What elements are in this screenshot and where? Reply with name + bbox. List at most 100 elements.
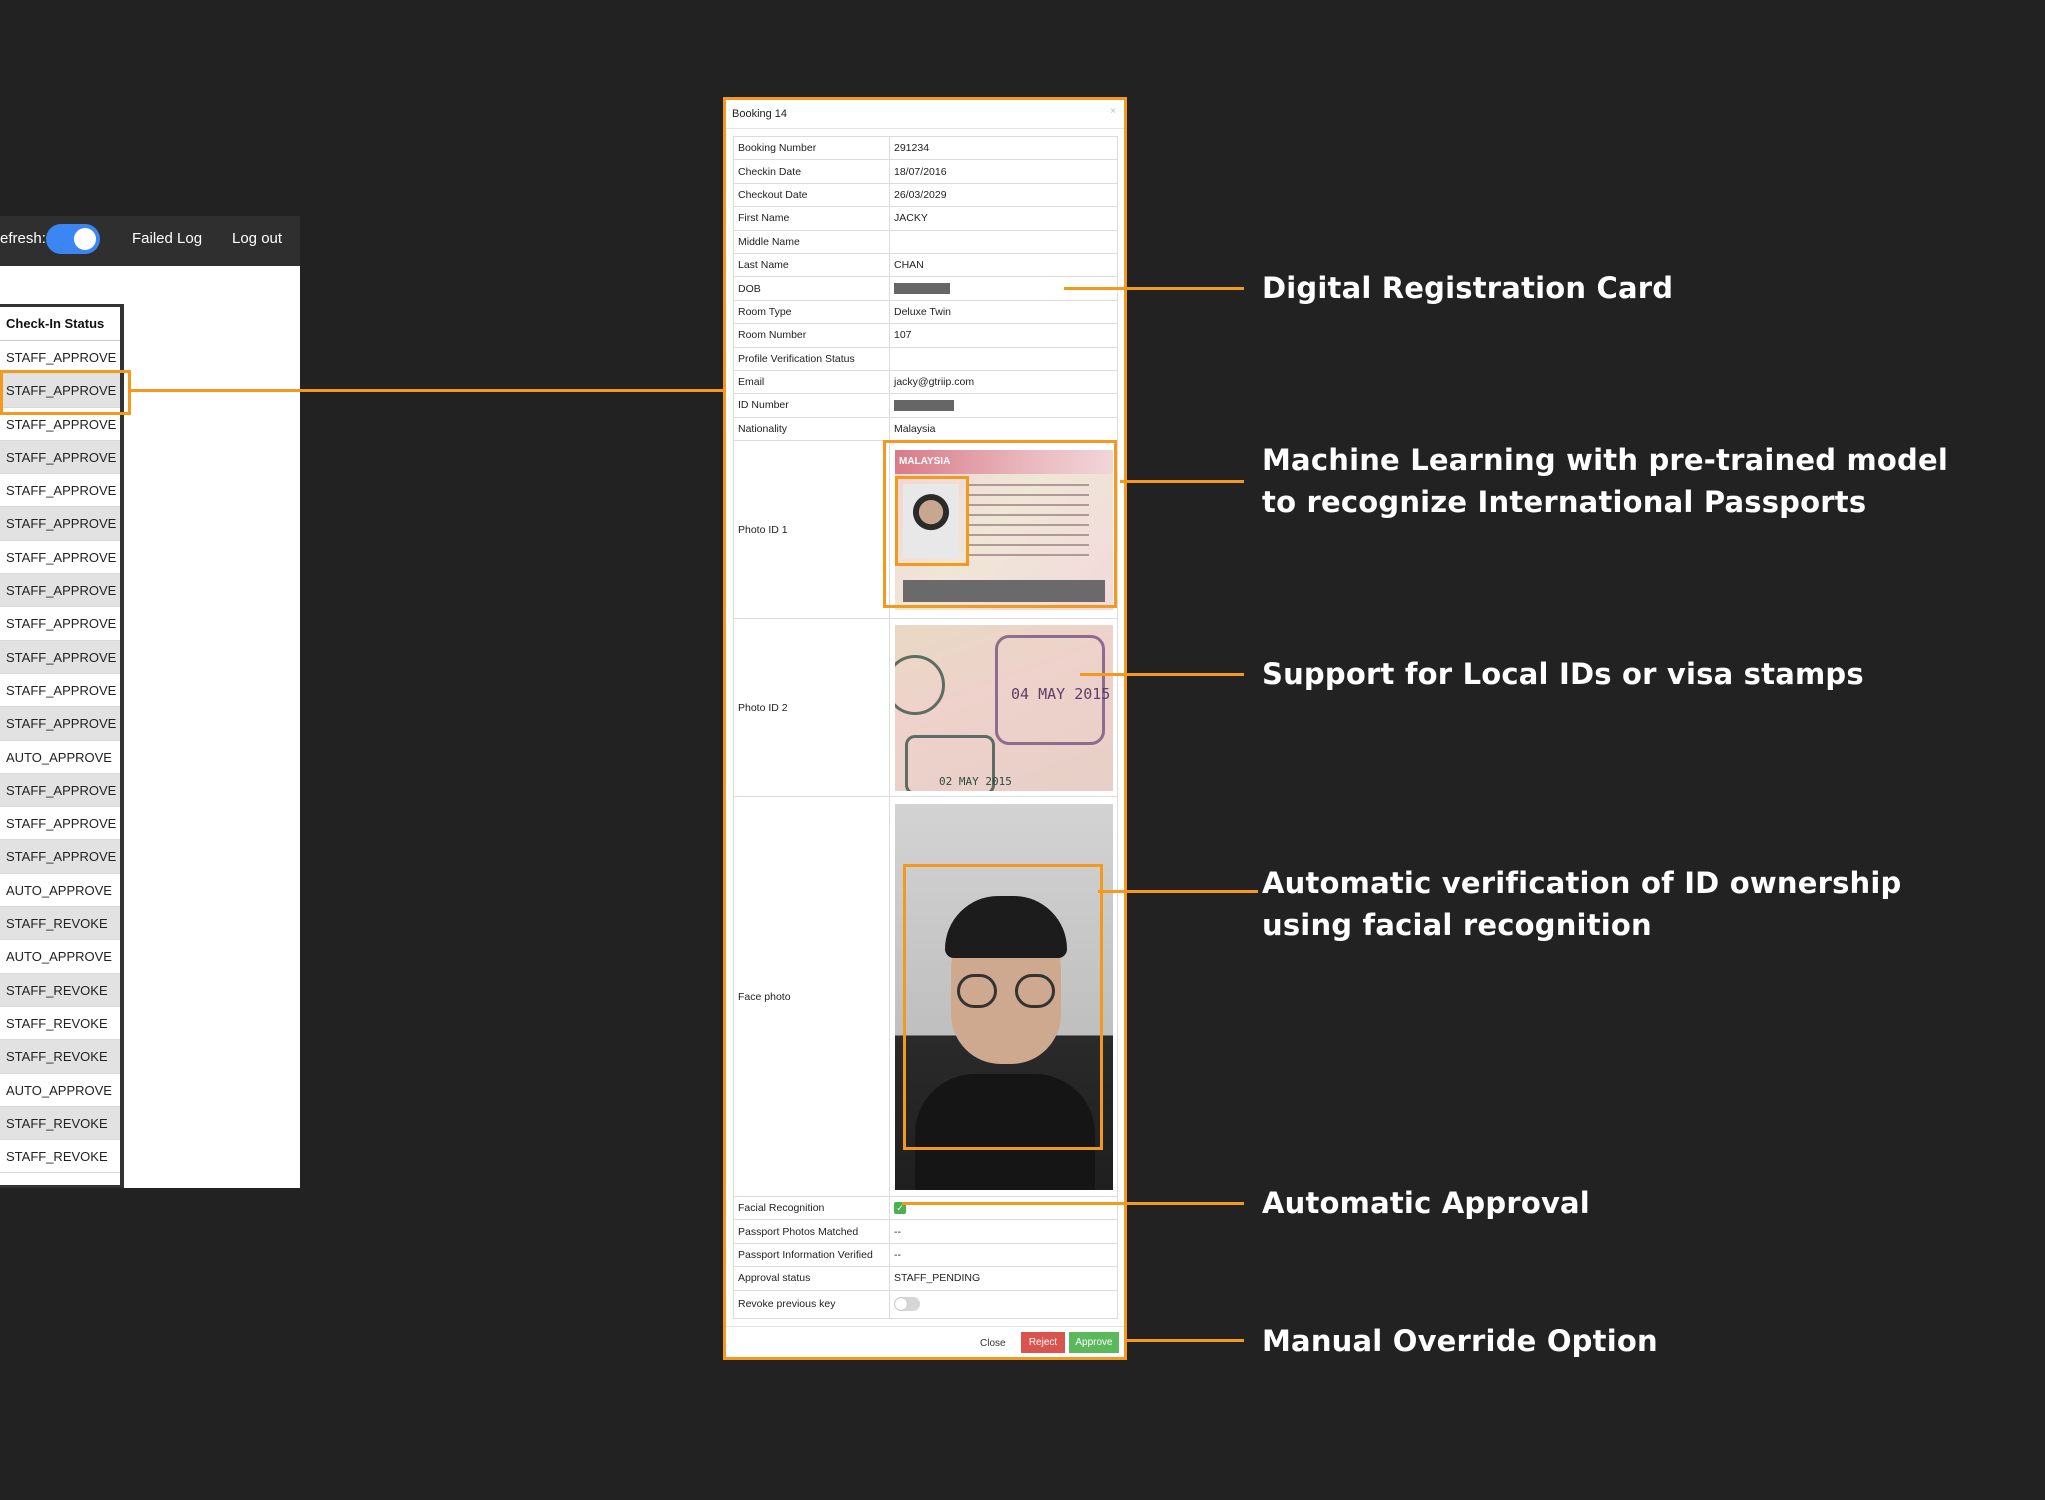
facial-recognition-value: ✓ — [889, 1196, 1118, 1221]
annotation-automatic-approval: Automatic Approval — [1262, 1186, 1590, 1220]
email-value: jacky@gtriip.com — [889, 369, 1118, 395]
list-item[interactable]: STAFF_REVOKE — [0, 1006, 120, 1041]
face-photo[interactable] — [895, 803, 1113, 1190]
room-type-value: Deluxe Twin — [889, 299, 1118, 325]
stamp-date: 04 MAY 2015 — [1011, 684, 1111, 703]
auto-refresh-label: efresh: — [0, 230, 46, 247]
connector-machine-learning — [1120, 480, 1244, 483]
connector-facial-verification — [1098, 890, 1258, 893]
field-label: Email — [733, 369, 890, 395]
first-name-value: JACKY — [889, 206, 1118, 231]
field-label: Room Type — [733, 299, 890, 325]
list-item[interactable]: STAFF_APPROVE — [0, 707, 120, 741]
list-item[interactable]: STAFF_APPROVE — [0, 474, 120, 508]
checkout-date-value: 26/03/2029 — [889, 182, 1118, 208]
selected-row-highlight — [0, 370, 131, 415]
passport-information-verified-value: -- — [889, 1242, 1118, 1268]
field-label: ID Number — [733, 393, 890, 418]
photo-id-2-cell: 04 MAY 2015 02 MAY 2015 — [889, 618, 1118, 798]
revoke-previous-key-toggle[interactable] — [894, 1297, 920, 1312]
face-photo-cell — [889, 796, 1118, 1198]
visa-stamps-photo[interactable]: 04 MAY 2015 02 MAY 2015 — [895, 624, 1113, 791]
list-item[interactable]: STAFF_REVOKE — [0, 907, 120, 941]
annotation-local-ids: Support for Local IDs or visa stamps — [1262, 657, 1864, 691]
list-item[interactable]: AUTO_APPROVE — [0, 873, 120, 908]
checkin-status-column: Check-In Status STAFF_APPROVE STAFF_APPRO… — [0, 304, 124, 1188]
annotation-facial-verification-line1: Automatic verification of ID ownership — [1262, 866, 1902, 900]
last-name-value: CHAN — [889, 252, 1118, 278]
list-item[interactable]: STAFF_APPROVE — [0, 607, 120, 641]
list-item[interactable]: STAFF_APPROVE — [0, 507, 120, 541]
checkin-date-value: 18/07/2016 — [889, 159, 1118, 184]
list-item[interactable]: STAFF_APPROVE — [0, 673, 120, 708]
list-item[interactable]: STAFF_REVOKE — [0, 1140, 120, 1174]
connector-local-ids — [1080, 673, 1244, 676]
row-photo-id-2: Photo ID 2 04 MAY 2015 02 MAY 2015 — [733, 618, 1118, 798]
row-dob: DOB — [733, 276, 1118, 301]
row-first-name: First Name JACKY — [733, 206, 1118, 231]
list-item[interactable]: STAFF_REVOKE — [0, 1106, 120, 1141]
field-label: Passport Information Verified — [733, 1242, 890, 1268]
list-item[interactable]: AUTO_APPROVE — [0, 940, 120, 974]
field-label: First Name — [733, 206, 890, 231]
list-item[interactable]: STAFF_APPROVE — [0, 574, 120, 608]
row-profile-verification-status: Profile Verification Status — [733, 346, 1118, 371]
row-checkout-date: Checkout Date 26/03/2029 — [733, 182, 1118, 208]
list-item[interactable]: STAFF_APPROVE — [0, 807, 120, 841]
list-item[interactable]: STAFF_APPROVE — [0, 773, 120, 808]
field-label: Checkin Date — [733, 159, 890, 184]
row-room-type: Room Type Deluxe Twin — [733, 299, 1118, 325]
failed-log-link[interactable]: Failed Log — [132, 230, 202, 247]
passport-detection-box — [883, 440, 1117, 608]
list-item[interactable]: AUTO_APPROVE — [0, 1073, 120, 1107]
redacted-dob — [894, 283, 950, 295]
row-checkin-date: Checkin Date 18/07/2016 — [733, 159, 1118, 184]
approve-button[interactable]: Approve — [1069, 1332, 1119, 1353]
field-label: Room Number — [733, 323, 890, 348]
approval-status-value: STAFF_PENDING — [889, 1266, 1118, 1291]
annotation-manual-override: Manual Override Option — [1262, 1324, 1658, 1358]
reject-button[interactable]: Reject — [1021, 1332, 1065, 1353]
checkin-status-header: Check-In Status — [0, 307, 120, 341]
close-button[interactable]: Close — [980, 1338, 1006, 1349]
field-label: Facial Recognition — [733, 1196, 890, 1221]
profile-verification-status-value — [889, 346, 1118, 371]
modal-title: Booking 14 — [732, 108, 788, 120]
list-item[interactable]: STAFF_APPROVE — [0, 440, 120, 475]
annotation-digital-registration: Digital Registration Card — [1262, 271, 1674, 305]
list-item[interactable]: STAFF_APPROVE — [0, 640, 120, 674]
auto-refresh-toggle[interactable] — [46, 224, 100, 254]
booking-number-value: 291234 — [889, 135, 1118, 161]
list-item[interactable]: STAFF_REVOKE — [0, 1040, 120, 1074]
log-out-link[interactable]: Log out — [232, 230, 282, 247]
row-middle-name: Middle Name — [733, 229, 1118, 254]
top-navigation-bar: efresh: Failed Log Log out — [0, 216, 300, 266]
stamp-round — [895, 654, 945, 715]
revoke-previous-key-cell — [889, 1289, 1118, 1319]
detected-face-box — [903, 863, 1103, 1150]
list-item[interactable]: AUTO_APPROVE — [0, 740, 120, 774]
row-booking-number: Booking Number 291234 — [733, 135, 1118, 161]
field-label: DOB — [733, 276, 890, 301]
modal-close-icon[interactable]: × — [1110, 106, 1116, 117]
annotation-facial-verification-line2: using facial recognition — [1262, 908, 1652, 942]
row-id-number: ID Number — [733, 393, 1118, 418]
row-room-number: Room Number 107 — [733, 323, 1118, 348]
row-passport-information-verified: Passport Information Verified -- — [733, 1242, 1118, 1268]
redacted-id-number — [894, 400, 954, 412]
list-item[interactable]: STAFF_APPROVE — [0, 840, 120, 874]
field-label: Middle Name — [733, 229, 890, 254]
row-approval-status: Approval status STAFF_PENDING — [733, 1266, 1118, 1291]
stamp-date-secondary: 02 MAY 2015 — [939, 774, 1012, 788]
field-label: Approval status — [733, 1266, 890, 1291]
field-label: Photo ID 1 — [733, 440, 890, 620]
field-label: Face photo — [733, 796, 890, 1198]
field-label: Profile Verification Status — [733, 346, 890, 371]
connector-manual-override — [1124, 1339, 1244, 1342]
field-label: Last Name — [733, 252, 890, 278]
list-item[interactable]: STAFF_APPROVE — [0, 540, 120, 575]
row-email: Email jacky@gtriip.com — [733, 369, 1118, 395]
passport-photos-matched-value: -- — [889, 1219, 1118, 1244]
row-face-photo: Face photo — [733, 796, 1118, 1198]
list-item[interactable]: STAFF_REVOKE — [0, 973, 120, 1007]
